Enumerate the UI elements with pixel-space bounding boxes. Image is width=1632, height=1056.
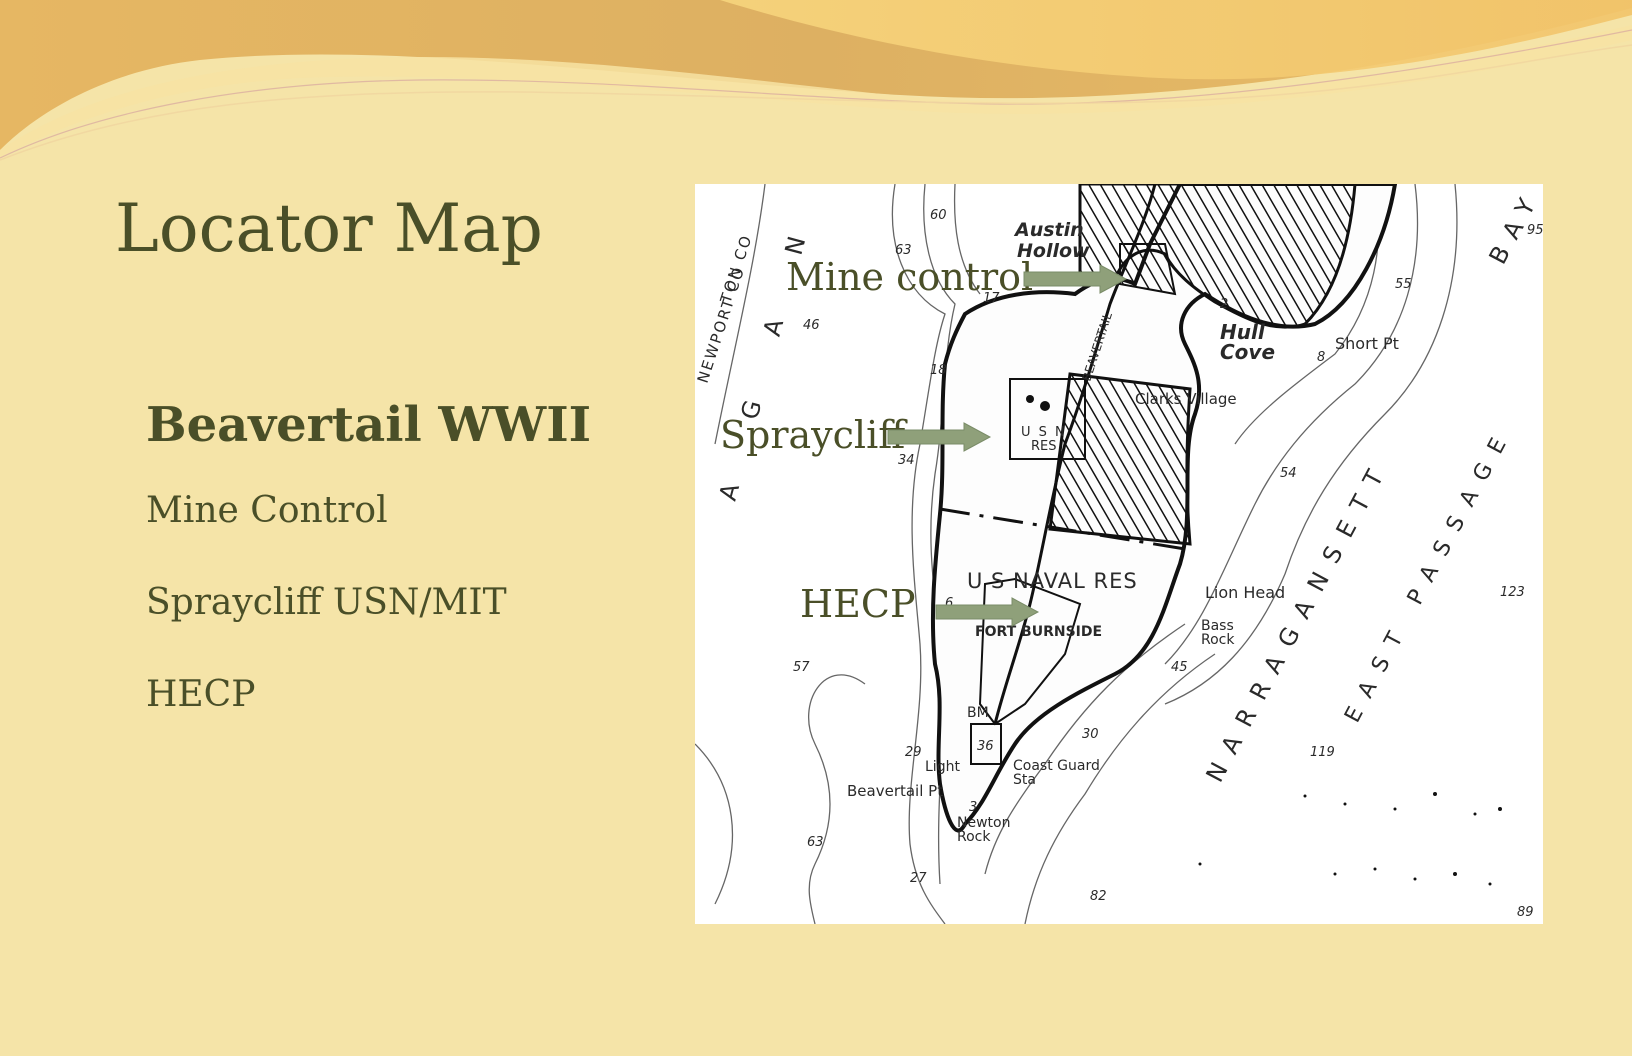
map-label-sta: Sta — [1013, 772, 1036, 788]
bullet-item-hecp: HECP — [146, 674, 256, 715]
sounding: 27 — [910, 871, 927, 886]
sounding: 54 — [1280, 466, 1297, 481]
map-label-lion-head: Lion Head — [1205, 583, 1285, 602]
sounding: 123 — [1500, 585, 1525, 600]
bullet-item-mine-control: Mine Control — [146, 490, 388, 531]
map-label-bm: BM — [967, 705, 989, 721]
sounding: 29 — [905, 745, 922, 760]
callout-mine-control: Mine control — [786, 255, 1034, 299]
map-label-light: Light — [925, 759, 960, 775]
sounding: 60 — [930, 208, 947, 223]
map-label-newton-rock: Rock — [957, 829, 991, 845]
sounding: 63 — [807, 835, 824, 850]
sounding: 57 — [793, 660, 810, 675]
map-label-res: RES — [1031, 439, 1057, 454]
bullet-list: Beavertail WWII Mine Control Spraycliff … — [146, 395, 666, 715]
arrow-right-icon — [887, 422, 992, 452]
sounding: 82 — [1090, 889, 1107, 904]
sounding: 55 — [1395, 277, 1412, 292]
page-title: Locator Map — [115, 190, 543, 267]
callout-hecp: HECP — [800, 582, 916, 626]
sounding: 45 — [1171, 660, 1188, 675]
sounding: 46 — [803, 318, 820, 333]
map-label-beavertail-pt: Beavertail Pt — [847, 782, 943, 800]
sounding: 30 — [1082, 727, 1099, 742]
bullet-item-spraycliff: Spraycliff USN/MIT — [146, 582, 507, 623]
sounding: 119 — [1310, 745, 1335, 760]
sounding: 18 — [930, 363, 947, 378]
sounding: 2 — [1220, 297, 1228, 312]
sounding: 95 — [1527, 223, 1543, 238]
header-wave-decoration — [0, 0, 1632, 161]
map-label-short-pt: Short Pt — [1335, 334, 1399, 353]
sounding: 3 — [969, 800, 977, 815]
sounding: 36 — [977, 739, 994, 754]
arrow-right-icon — [935, 597, 1040, 627]
sounding: 89 — [1517, 905, 1534, 920]
hatched-area-small — [1119, 243, 1177, 296]
map-label-austin: Austin — [1013, 219, 1084, 241]
bullet-heading: Beavertail WWII — [146, 397, 592, 453]
sounding: 8 — [1317, 350, 1325, 365]
map-label-clarks-village: Clarks Village — [1135, 390, 1237, 408]
map-label-usn: U S N — [1021, 425, 1067, 440]
map-label-naval-res: U S NAVAL RES — [967, 569, 1138, 593]
map-label-agan: A G A N — [714, 204, 819, 503]
callout-spraycliff: Spraycliff — [720, 413, 906, 457]
arrow-right-icon — [1023, 264, 1128, 294]
map-label-rock: Rock — [1201, 632, 1235, 648]
map-label-cove: Cove — [1220, 340, 1275, 364]
